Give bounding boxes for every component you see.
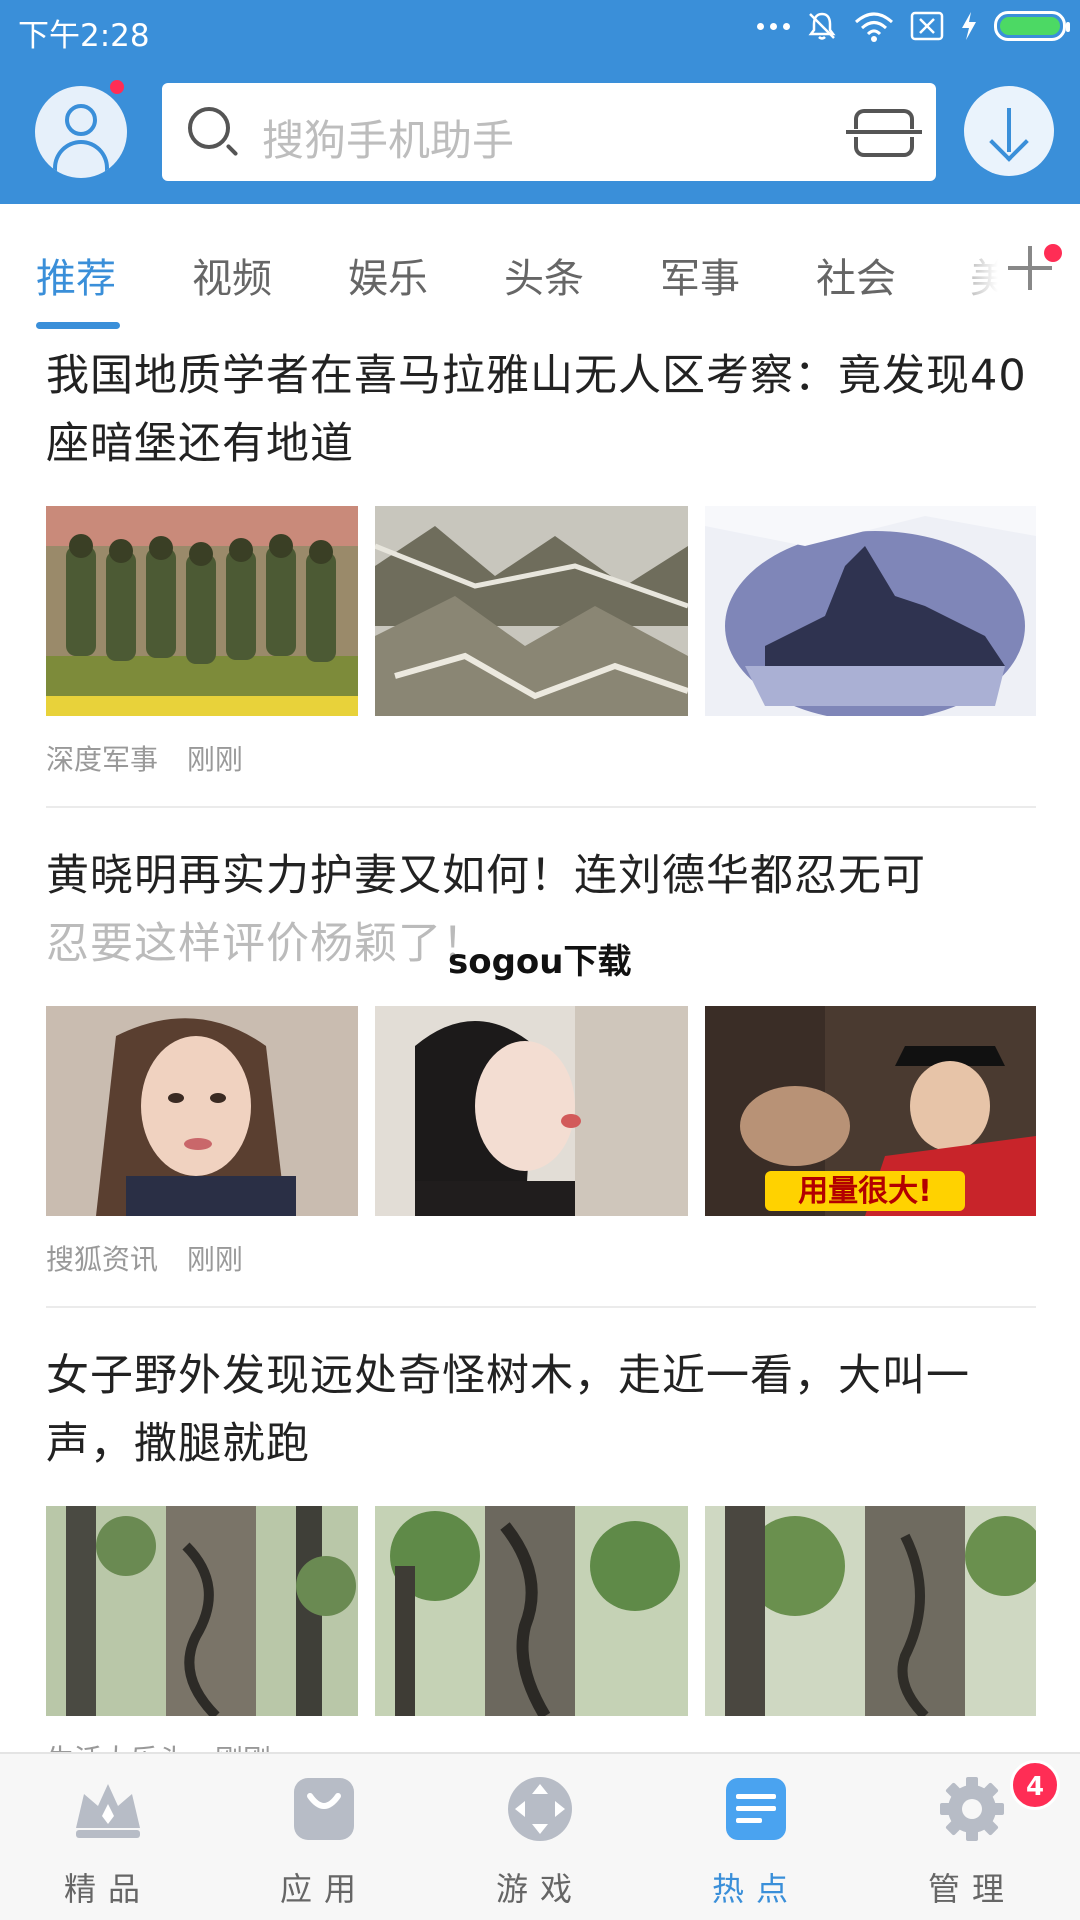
user-avatar-button[interactable] bbox=[35, 86, 127, 178]
status-bar: 下午2:28 bbox=[0, 0, 1080, 60]
tab-video[interactable]: 视频 bbox=[192, 246, 272, 304]
news-image-woman-kiss[interactable] bbox=[375, 1006, 688, 1216]
wifi-icon bbox=[855, 12, 893, 42]
news-title-line: 黄晓明再实力护妻又如何！连刘德华都忍无可 bbox=[46, 851, 926, 901]
bell-mute-icon bbox=[808, 12, 836, 40]
nav-label: 管理 bbox=[927, 1870, 1016, 1908]
news-source: 生活大乐头 bbox=[46, 1743, 186, 1752]
watermark: sogou下载 bbox=[448, 942, 632, 982]
nav-apps[interactable]: 应用 bbox=[216, 1754, 432, 1920]
news-source: 深度军事 bbox=[46, 743, 159, 776]
nav-games[interactable]: 游戏 bbox=[432, 1754, 648, 1920]
news-title[interactable]: 女子野外发现远处奇怪树木，走近一看，大叫一声，撒腿就跑 bbox=[46, 1342, 1036, 1478]
news-image-forest-3[interactable] bbox=[705, 1506, 1036, 1716]
news-item[interactable]: 我国地质学者在喜马拉雅山无人区考察：竟发现40座暗堡还有地道 深度军事 刚刚 bbox=[46, 342, 1036, 778]
nav-label: 游戏 bbox=[495, 1870, 584, 1908]
tab-recommend[interactable]: 推荐 bbox=[36, 246, 116, 304]
search-bar[interactable]: 搜狗手机助手 bbox=[162, 83, 936, 181]
gear-icon bbox=[940, 1777, 1004, 1841]
news-image-forest-2[interactable] bbox=[375, 1506, 688, 1716]
tab-military[interactable]: 军事 bbox=[660, 246, 740, 304]
news-images bbox=[46, 1506, 1036, 1716]
nav-featured[interactable]: 精品 bbox=[0, 1754, 216, 1920]
bag-icon bbox=[294, 1778, 354, 1840]
status-time: 下午2:28 bbox=[18, 18, 150, 54]
divider bbox=[46, 1306, 1036, 1308]
news-source: 搜狐资讯 bbox=[46, 1243, 159, 1276]
image-caption: 用量很大! bbox=[798, 1174, 932, 1209]
battery-icon bbox=[994, 11, 1070, 41]
crown-icon bbox=[76, 1784, 140, 1838]
news-meta: 深度军事 刚刚 bbox=[46, 738, 1036, 778]
news-title[interactable]: 我国地质学者在喜马拉雅山无人区考察：竟发现40座暗堡还有地道 bbox=[46, 342, 1036, 478]
news-image-forest-1[interactable] bbox=[46, 1506, 358, 1716]
nav-label: 精品 bbox=[63, 1870, 152, 1908]
news-icon bbox=[726, 1778, 786, 1840]
category-tabs: 推荐 视频 娱乐 头条 军事 社会 美 bbox=[0, 204, 1080, 332]
news-item[interactable]: 女子野外发现远处奇怪树木，走近一看，大叫一声，撒腿就跑 bbox=[46, 1342, 1036, 1752]
gamepad-icon bbox=[508, 1777, 572, 1841]
user-icon bbox=[65, 104, 97, 136]
news-time: 刚刚 bbox=[186, 743, 243, 776]
tab-headlines[interactable]: 头条 bbox=[504, 246, 584, 304]
news-feed: 我国地质学者在喜马拉雅山无人区考察：竟发现40座暗堡还有地道 深度军事 刚刚 黄… bbox=[0, 332, 1080, 1752]
news-image-soldiers[interactable] bbox=[46, 506, 358, 716]
top-header: 下午2:28 搜狗手机助手 bbox=[0, 0, 1080, 204]
news-meta: 搜狐资讯 刚刚 bbox=[46, 1238, 1036, 1278]
divider bbox=[46, 806, 1036, 808]
news-meta: 生活大乐头 刚刚 bbox=[46, 1738, 1036, 1752]
news-images: 用量很大! bbox=[46, 1006, 1036, 1216]
active-tab-indicator bbox=[36, 322, 120, 329]
search-placeholder: 搜狗手机助手 bbox=[262, 116, 515, 165]
nav-hot[interactable]: 热点 bbox=[648, 1754, 864, 1920]
charging-icon bbox=[962, 12, 976, 40]
tab-notification-dot bbox=[1044, 244, 1062, 262]
news-image-woman-portrait[interactable] bbox=[46, 1006, 358, 1216]
bottom-nav: 精品 应用 游戏 热点 管理 bbox=[0, 1752, 1080, 1920]
news-time: 刚刚 bbox=[215, 1743, 271, 1752]
news-time: 刚刚 bbox=[186, 1243, 243, 1276]
news-images bbox=[46, 506, 1036, 716]
nav-label: 应用 bbox=[279, 1870, 368, 1908]
sim-icon bbox=[910, 11, 944, 41]
scan-icon[interactable] bbox=[846, 109, 922, 157]
download-manager-button[interactable] bbox=[964, 86, 1054, 176]
status-icons bbox=[757, 10, 1070, 42]
news-image-glacier[interactable] bbox=[705, 506, 1036, 716]
more-dots-icon bbox=[757, 22, 790, 30]
news-item[interactable]: 黄晓明再实力护妻又如何！连刘德华都忍无可 忍要这样评价杨颖了！ 用量很大! 搜狐… bbox=[46, 842, 1036, 1278]
tab-society[interactable]: 社会 bbox=[816, 246, 896, 304]
notification-dot bbox=[108, 78, 126, 96]
manage-badge: 4 bbox=[1010, 1760, 1060, 1810]
nav-label: 热点 bbox=[711, 1870, 800, 1908]
news-image-tv-show[interactable]: 用量很大! bbox=[705, 1006, 1036, 1216]
tab-entertainment[interactable]: 娱乐 bbox=[348, 246, 428, 304]
search-icon bbox=[188, 107, 230, 149]
news-image-mountains[interactable] bbox=[375, 506, 688, 716]
